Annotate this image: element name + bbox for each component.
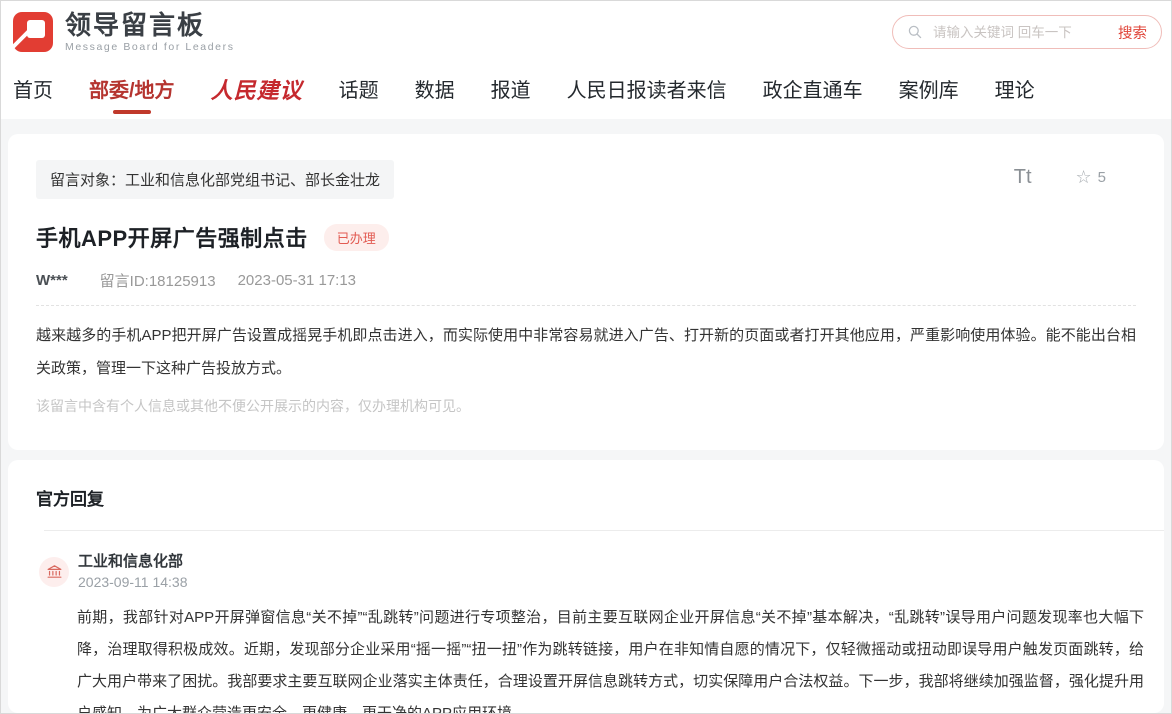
page: 领导留言板 Message Board for Leaders 搜索 首页 部委…	[0, 0, 1172, 714]
message-body: 越来越多的手机APP把开屏广告设置成摇晃手机即点击进入，而实际使用中非常容易就进…	[36, 319, 1136, 385]
main-content: 留言对象：工业和信息化部党组书记、部长金壮龙 Tt ☆ 5 手机APP开屏广告强…	[1, 119, 1171, 713]
search-input[interactable]	[933, 25, 1118, 40]
government-building-icon	[46, 563, 63, 580]
font-size-toggle-icon[interactable]: Tt	[1014, 166, 1032, 189]
search-button[interactable]: 搜索	[1118, 22, 1147, 43]
nav-item-topics[interactable]: 话题	[339, 63, 379, 119]
active-tab-underline	[113, 110, 151, 114]
message-card: 留言对象：工业和信息化部党组书记、部长金壮龙 Tt ☆ 5 手机APP开屏广告强…	[8, 134, 1164, 450]
top-bar: 领导留言板 Message Board for Leaders 搜索	[1, 1, 1171, 63]
reply-item: 工业和信息化部 2023-09-11 14:38 前期，我部针对APP开屏弹窗信…	[8, 531, 1164, 713]
privacy-note: 该留言中含有个人信息或其他不便公开展示的内容，仅办理机构可见。	[36, 396, 1136, 416]
message-author: W***	[36, 272, 68, 289]
main-nav: 首页 部委/地方 人民建议 话题 数据 报道 人民日报读者来信 政企直通车 案例…	[1, 63, 1171, 119]
nav-item-theory[interactable]: 理论	[995, 63, 1035, 119]
nav-item-reader-letters[interactable]: 人民日报读者来信	[567, 63, 727, 119]
reply-agency-name: 工业和信息化部	[78, 553, 188, 570]
reply-timestamp: 2023-09-11 14:38	[78, 574, 188, 590]
reply-section-heading: 官方回复	[8, 460, 1164, 530]
nav-item-home[interactable]: 首页	[13, 63, 53, 119]
nav-item-gov-enterprise[interactable]: 政企直通车	[763, 63, 863, 119]
search-icon	[907, 24, 923, 40]
logo-speech-bubble-icon	[11, 10, 55, 54]
star-icon: ☆	[1076, 167, 1092, 188]
search-box[interactable]: 搜索	[892, 15, 1162, 49]
favorite-button[interactable]: ☆ 5	[1076, 167, 1106, 188]
logo-title: 领导留言板	[65, 11, 235, 39]
agency-avatar	[39, 557, 69, 587]
nav-item-peoples-suggestions[interactable]: 人民建议	[211, 63, 303, 119]
message-timestamp: 2023-05-31 17:13	[238, 272, 356, 289]
message-target-label: 留言对象：工业和信息化部党组书记、部长金壮龙	[36, 160, 394, 199]
nav-item-ministries-local[interactable]: 部委/地方	[89, 63, 175, 119]
site-logo[interactable]: 领导留言板 Message Board for Leaders	[11, 10, 235, 54]
official-reply-card: 官方回复 工业和信息化部	[8, 460, 1164, 713]
logo-subtitle: Message Board for Leaders	[65, 41, 235, 53]
reply-body: 前期，我部针对APP开屏弹窗信息“关不掉”“乱跳转”问题进行专项整治，目前主要互…	[77, 602, 1144, 713]
nav-item-reports[interactable]: 报道	[491, 63, 531, 119]
dashed-separator	[36, 305, 1136, 306]
message-id: 留言ID:18125913	[100, 270, 216, 291]
message-title: 手机APP开屏广告强制点击	[36, 221, 308, 253]
nav-item-data[interactable]: 数据	[415, 63, 455, 119]
nav-item-case-library[interactable]: 案例库	[899, 63, 959, 119]
status-badge: 已办理	[324, 224, 389, 251]
favorite-count: 5	[1098, 169, 1106, 186]
